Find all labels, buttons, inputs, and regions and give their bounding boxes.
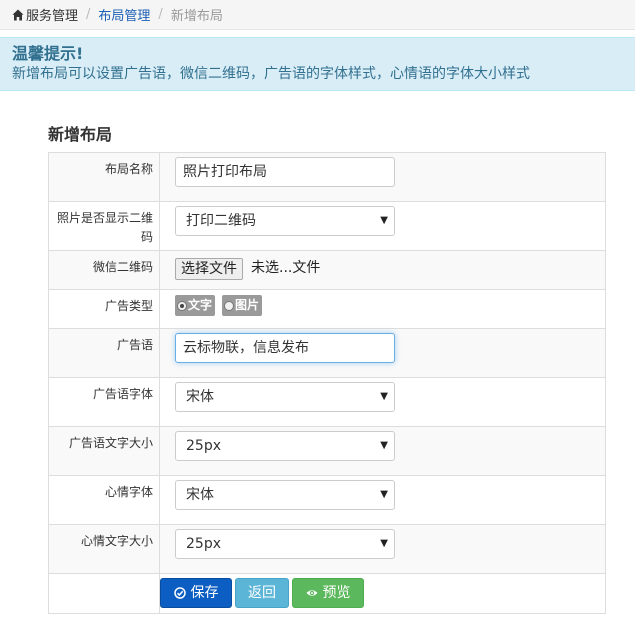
caret-down-icon: ▼ bbox=[380, 215, 388, 226]
ad-type-label: 广告类型 bbox=[49, 290, 160, 328]
form-title: 新增布局 bbox=[48, 125, 113, 144]
slogan-size-value: 25px bbox=[186, 438, 221, 454]
back-button-label: 返回 bbox=[248, 585, 276, 601]
layout-form: 布局名称 照片打印布局 照片是否显示二维码 打印二维码 ▼ 微信二维码 选择文件… bbox=[48, 152, 606, 614]
alert-text: 新增布局可以设置广告语，微信二维码，广告语的字体样式，心情语的字体大小样式 bbox=[12, 66, 530, 82]
breadcrumb-home-label: 服务管理 bbox=[26, 9, 79, 24]
caret-down-icon: ▼ bbox=[380, 440, 388, 451]
save-button[interactable]: 保存 bbox=[160, 578, 232, 608]
slogan-font-value: 宋体 bbox=[186, 389, 214, 405]
breadcrumb-link-layout[interactable]: 布局管理 bbox=[98, 5, 150, 24]
mood-size-select[interactable]: 25px ▼ bbox=[175, 529, 395, 559]
tip-alert: 温馨提示! 新增布局可以设置广告语，微信二维码，广告语的字体样式，心情语的字体大… bbox=[0, 37, 635, 91]
preview-button[interactable]: 预览 bbox=[292, 578, 364, 608]
ad-type-text-option[interactable]: 文字 bbox=[175, 295, 216, 316]
form-row-slogan-font: 广告语字体 宋体 ▼ bbox=[49, 378, 605, 427]
show-qrcode-value: 打印二维码 bbox=[186, 213, 256, 229]
wechat-qrcode-label: 微信二维码 bbox=[49, 251, 160, 289]
ad-type-image-option[interactable]: 图片 bbox=[222, 295, 263, 316]
form-row-mood-size: 心情文字大小 25px ▼ bbox=[49, 525, 605, 574]
preview-button-label: 预览 bbox=[322, 585, 351, 601]
mood-size-value: 25px bbox=[186, 536, 221, 552]
slogan-font-select[interactable]: 宋体 ▼ bbox=[175, 382, 395, 412]
back-button[interactable]: 返回 bbox=[235, 578, 289, 608]
form-row-slogan: 广告语 云标物联，信息发布 bbox=[49, 329, 605, 378]
alert-title: 温馨提示! bbox=[12, 44, 84, 63]
file-status-text: 未选...文件 bbox=[251, 260, 321, 276]
breadcrumb: 服务管理 / 布局管理 / 新增布局 bbox=[0, 0, 635, 30]
form-row-ad-type: 广告类型 文字 图片 bbox=[49, 290, 605, 329]
layout-name-label: 布局名称 bbox=[49, 153, 160, 201]
slogan-label: 广告语 bbox=[49, 329, 160, 377]
slogan-size-label: 广告语文字大小 bbox=[49, 427, 160, 475]
slogan-font-label: 广告语字体 bbox=[49, 378, 160, 426]
save-button-label: 保存 bbox=[190, 585, 219, 601]
choose-file-button[interactable]: 选择文件 bbox=[175, 258, 243, 280]
caret-down-icon: ▼ bbox=[380, 391, 388, 402]
layout-name-input[interactable]: 照片打印布局 bbox=[175, 157, 395, 187]
mood-size-label: 心情文字大小 bbox=[49, 525, 160, 573]
show-qrcode-label: 照片是否显示二维码 bbox=[49, 202, 160, 250]
eye-icon bbox=[306, 590, 317, 596]
radio-unchecked-icon bbox=[224, 300, 234, 311]
form-row-mood-font: 心情字体 宋体 ▼ bbox=[49, 476, 605, 525]
mood-font-value: 宋体 bbox=[186, 487, 214, 503]
caret-down-icon: ▼ bbox=[380, 538, 388, 549]
check-circle-icon bbox=[173, 587, 186, 599]
breadcrumb-current: 新增布局 bbox=[170, 9, 223, 24]
form-row-wechat-qrcode: 微信二维码 选择文件 未选...文件 bbox=[49, 251, 605, 290]
slogan-size-select[interactable]: 25px ▼ bbox=[175, 431, 395, 461]
form-row-actions: 保存 返回 预览 bbox=[49, 574, 605, 613]
breadcrumb-separator: / bbox=[158, 7, 163, 22]
radio-checked-icon bbox=[177, 300, 187, 311]
form-row-slogan-size: 广告语文字大小 25px ▼ bbox=[49, 427, 605, 476]
mood-font-select[interactable]: 宋体 ▼ bbox=[175, 480, 395, 510]
mood-font-label: 心情字体 bbox=[49, 476, 160, 524]
form-row-show-qrcode: 照片是否显示二维码 打印二维码 ▼ bbox=[49, 202, 605, 251]
home-icon bbox=[12, 9, 24, 20]
slogan-input[interactable]: 云标物联，信息发布 bbox=[175, 333, 395, 363]
form-row-layout-name: 布局名称 照片打印布局 bbox=[49, 153, 605, 202]
breadcrumb-separator: / bbox=[86, 7, 91, 22]
breadcrumb-home[interactable]: 服务管理 bbox=[12, 5, 78, 24]
caret-down-icon: ▼ bbox=[380, 489, 388, 500]
ad-type-image-label: 图片 bbox=[235, 298, 260, 312]
show-qrcode-select[interactable]: 打印二维码 ▼ bbox=[175, 206, 395, 236]
ad-type-text-label: 文字 bbox=[188, 298, 213, 312]
